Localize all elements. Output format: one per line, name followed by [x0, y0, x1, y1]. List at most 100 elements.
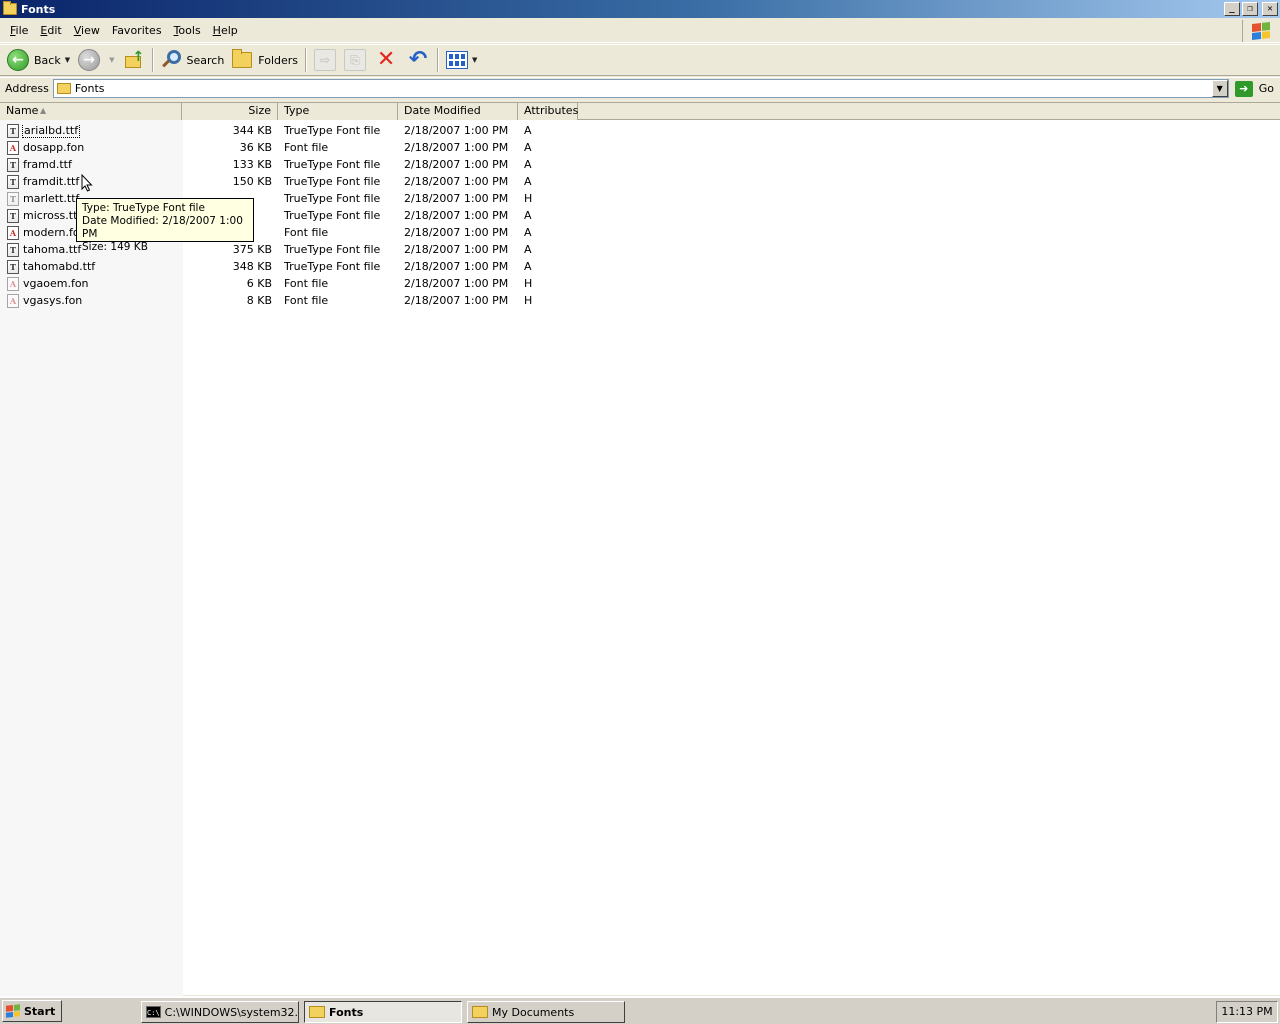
file-name-cell[interactable]: Tarialbd.ttf — [0, 123, 182, 138]
file-name-cell[interactable]: Tframd.ttf — [0, 157, 182, 172]
go-arrow-icon: ➜ — [1234, 80, 1253, 97]
taskbar-button-fonts[interactable]: Fonts — [304, 1001, 462, 1023]
forward-arrow-icon: → — [78, 49, 101, 71]
go-label: Go — [1258, 82, 1274, 95]
column-header-size[interactable]: Size — [182, 103, 278, 120]
address-dropdown-icon[interactable]: ▼ — [1211, 80, 1228, 97]
up-folder-button[interactable]: ↑ — [119, 46, 149, 74]
file-type: TrueType Font file — [284, 192, 381, 205]
file-attributes: A — [524, 124, 532, 137]
truetype-icon: T — [7, 191, 19, 206]
system-clock[interactable]: 11:13 PM — [1216, 1001, 1278, 1023]
back-button[interactable]: ← Back ▼ — [3, 46, 74, 74]
file-row[interactable]: Avgaoem.fon 6 KB Font file 2/18/2007 1:00 P… — [0, 275, 600, 292]
file-attributes: A — [524, 175, 532, 188]
taskbar-button-command-prompt[interactable]: C:\ C:\WINDOWS\system32... — [141, 1001, 299, 1023]
undo-button[interactable]: ↶ — [402, 46, 434, 74]
views-dropdown-icon[interactable]: ▼ — [472, 56, 477, 64]
close-button[interactable]: ✕ — [1262, 2, 1278, 16]
file-attributes: H — [524, 277, 533, 290]
sort-ascending-icon: ▲ — [40, 106, 47, 115]
menu-tools[interactable]: Tools — [168, 22, 207, 39]
font-file-icon: A — [7, 293, 19, 308]
file-attributes: A — [524, 260, 532, 273]
file-name: arialbd.ttf — [21, 123, 81, 138]
taskbar-button-my-documents[interactable]: My Documents — [467, 1001, 625, 1023]
truetype-icon: T — [7, 157, 19, 172]
file-attributes: H — [524, 192, 533, 205]
font-file-icon: A — [7, 225, 19, 240]
views-button[interactable]: ▼ — [442, 46, 481, 74]
file-date-modified: 2/18/2007 1:00 PM — [404, 243, 509, 256]
go-button[interactable]: ➜ Go — [1234, 80, 1274, 97]
start-button[interactable]: Start — [2, 1000, 63, 1022]
file-row[interactable]: Tframd.ttf 133 KB TrueType Font file 2/18/2… — [0, 156, 600, 173]
file-name: micross.ttf — [23, 209, 82, 222]
file-type: TrueType Font file — [284, 243, 381, 256]
back-label: Back — [34, 53, 61, 67]
font-file-icon: A — [7, 140, 19, 155]
title-bar[interactable]: Fonts _ ❐ ✕ — [0, 0, 1280, 18]
file-name-cell[interactable]: Avgasys.fon — [0, 293, 182, 308]
file-date-modified: 2/18/2007 1:00 PM — [404, 294, 509, 307]
file-type: TrueType Font file — [284, 260, 381, 273]
menu-edit[interactable]: Edit — [34, 22, 67, 39]
menu-tools-label: ools — [178, 24, 201, 37]
copy-to-button[interactable]: ⎘ — [340, 46, 370, 74]
column-date-label: Date Modified — [404, 104, 481, 117]
address-input[interactable]: Fonts ▼ — [52, 79, 1229, 98]
column-header-type[interactable]: Type — [278, 103, 398, 120]
back-dropdown-icon[interactable]: ▼ — [65, 56, 70, 64]
delete-icon: ✕ — [376, 47, 396, 72]
column-header-name[interactable]: Name ▲ — [0, 103, 182, 120]
maximize-button[interactable]: ❐ — [1242, 2, 1258, 16]
menu-favorites[interactable]: Favorites — [106, 22, 168, 39]
command-prompt-icon: C:\ — [146, 1006, 161, 1018]
folder-icon — [3, 1, 17, 15]
file-name-cell[interactable]: Avgaoem.fon — [0, 276, 182, 291]
file-size: 6 KB — [246, 277, 272, 290]
column-header-attributes[interactable]: Attributes — [518, 103, 578, 120]
file-date-modified: 2/18/2007 1:00 PM — [404, 209, 509, 222]
truetype-icon: T — [7, 242, 19, 257]
column-header-date-modified[interactable]: Date Modified — [398, 103, 518, 120]
file-type: Font file — [284, 294, 329, 307]
file-type: Font file — [284, 277, 329, 290]
folders-button[interactable]: Folders — [228, 46, 302, 74]
search-button[interactable]: Search — [157, 46, 229, 74]
search-icon — [161, 49, 183, 71]
taskbar: Start C:\ C:\WINDOWS\system32... Fonts M… — [0, 996, 1280, 1024]
file-size: 8 KB — [246, 294, 272, 307]
forward-button[interactable]: → ▼ — [74, 46, 118, 74]
file-date-modified: 2/18/2007 1:00 PM — [404, 192, 509, 205]
file-row[interactable]: Ttahomabd.ttf 348 KB TrueType Font file 2/1… — [0, 258, 600, 275]
tooltip-size: Size: 149 KB — [82, 241, 148, 253]
file-name-cell[interactable]: Ttahomabd.ttf — [0, 259, 182, 274]
copy-to-icon: ⎘ — [344, 49, 367, 71]
toolbar-separator — [151, 48, 154, 72]
menu-help[interactable]: Help — [207, 22, 244, 39]
menu-file[interactable]: File — [4, 22, 34, 39]
font-file-icon: A — [7, 276, 19, 291]
file-type: Font file — [284, 226, 329, 239]
file-attributes: A — [524, 158, 532, 171]
file-size: 344 KB — [232, 124, 272, 137]
file-row[interactable]: Adosapp.fon 36 KB Font file 2/18/2007 1:00 … — [0, 139, 600, 156]
menu-view[interactable]: View — [68, 22, 106, 39]
menu-favorites-label: avorites — [117, 24, 162, 37]
file-type: TrueType Font file — [284, 124, 381, 137]
delete-button[interactable]: ✕ — [370, 46, 402, 74]
address-label: Address — [5, 82, 49, 95]
file-type: TrueType Font file — [284, 158, 381, 171]
minimize-button[interactable]: _ — [1224, 2, 1240, 16]
forward-dropdown-icon[interactable]: ▼ — [109, 56, 114, 64]
move-to-button[interactable]: ⇨ — [310, 46, 340, 74]
menu-file-label: ile — [15, 24, 29, 37]
file-row[interactable]: Tarialbd.ttf 344 KB TrueType Font file 2/18… — [0, 122, 600, 139]
file-attributes: H — [524, 294, 533, 307]
file-row[interactable]: Avgasys.fon 8 KB Font file 2/18/2007 1:00 P… — [0, 292, 600, 309]
move-to-icon: ⇨ — [314, 49, 337, 71]
folder-icon — [472, 1006, 488, 1018]
file-type: TrueType Font file — [284, 209, 381, 222]
file-name-cell[interactable]: Adosapp.fon — [0, 140, 182, 155]
